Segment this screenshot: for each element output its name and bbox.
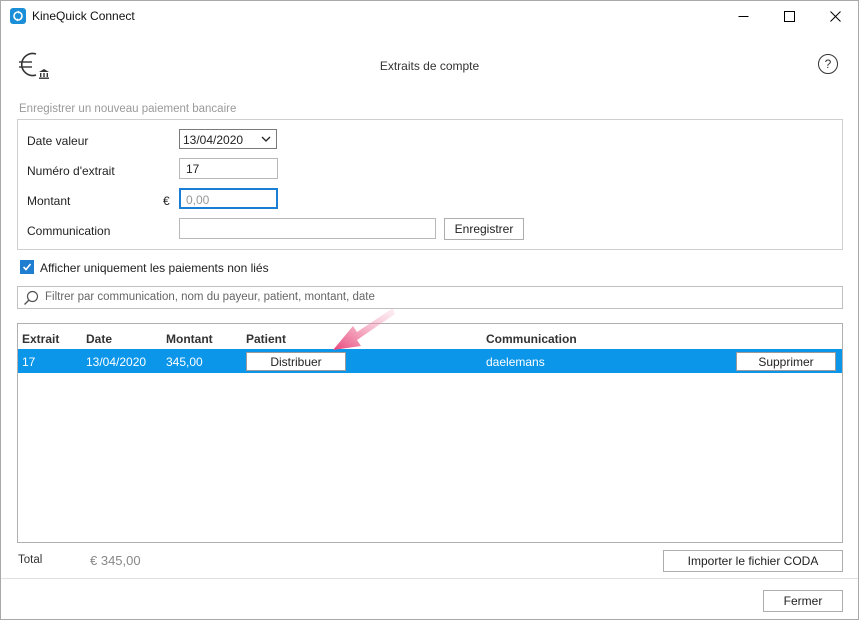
cell-montant: 345,00 <box>166 355 203 369</box>
close-icon <box>829 11 841 22</box>
total-value: € 345,00 <box>90 553 141 568</box>
filter-search-input[interactable] <box>45 287 835 306</box>
total-label: Total <box>18 554 43 566</box>
column-header-patient[interactable]: Patient <box>246 332 286 346</box>
maximize-button[interactable] <box>766 1 812 32</box>
window-title: KineQuick Connect <box>32 9 135 23</box>
chevron-down-icon <box>261 136 271 142</box>
save-button[interactable]: Enregistrer <box>444 218 524 240</box>
payments-table: Extrait Date Montant Patient Communicati… <box>17 323 843 543</box>
check-icon <box>22 263 32 271</box>
search-icon <box>24 290 39 305</box>
maximize-icon <box>783 11 795 22</box>
page-title: Extraits de compte <box>379 59 480 73</box>
date-select[interactable]: 13/04/2020 <box>179 129 277 149</box>
filter-search-box[interactable] <box>17 286 843 309</box>
column-header-extrait[interactable]: Extrait <box>22 332 59 346</box>
communication-input[interactable] <box>179 218 436 239</box>
payment-form: Date valeur 13/04/2020 Numéro d'extrait … <box>17 119 843 250</box>
close-button[interactable]: Fermer <box>763 590 843 612</box>
currency-symbol: € <box>163 194 170 208</box>
minimize-button[interactable] <box>720 1 766 32</box>
page-header: Extraits de compte ? <box>1 32 858 94</box>
unlinked-only-checkbox[interactable] <box>20 260 34 274</box>
app-logo-icon <box>10 8 26 24</box>
close-window-button[interactable] <box>812 1 858 32</box>
pointer-arrow-icon <box>333 308 395 350</box>
extrait-label: Numéro d'extrait <box>27 164 115 178</box>
footer-divider <box>1 578 858 579</box>
montant-label: Montant <box>27 194 71 208</box>
montant-input[interactable] <box>179 188 278 209</box>
app-window: KineQuick Connect Extraits de compte ? E… <box>0 0 859 620</box>
cell-extrait: 17 <box>22 355 36 369</box>
communication-label: Communication <box>27 224 111 238</box>
column-header-montant[interactable]: Montant <box>166 332 213 346</box>
help-icon[interactable]: ? <box>818 54 838 74</box>
import-coda-button[interactable]: Importer le fichier CODA <box>663 550 843 572</box>
date-value: 13/04/2020 <box>183 133 244 147</box>
unlinked-only-label[interactable]: Afficher uniquement les paiements non li… <box>40 261 269 275</box>
column-header-date[interactable]: Date <box>86 332 112 346</box>
cell-date: 13/04/2020 <box>86 355 147 369</box>
delete-button[interactable]: Supprimer <box>736 352 836 371</box>
extrait-input[interactable]: 17 <box>179 158 278 179</box>
table-row[interactable]: 17 13/04/2020 345,00 Distribuer daeleman… <box>18 349 842 373</box>
form-legend: Enregistrer un nouveau paiement bancaire <box>19 103 237 115</box>
column-header-communication[interactable]: Communication <box>486 332 577 346</box>
cell-communication: daelemans <box>486 355 545 369</box>
minimize-icon <box>738 16 748 17</box>
title-bar[interactable]: KineQuick Connect <box>1 1 858 32</box>
date-label: Date valeur <box>27 134 89 148</box>
